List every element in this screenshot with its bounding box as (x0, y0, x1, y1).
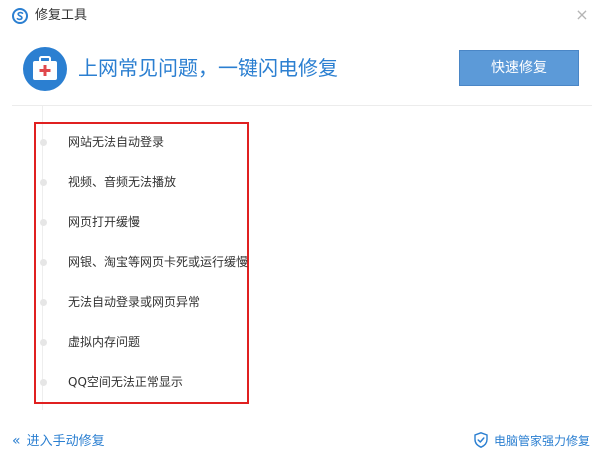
issue-label: 视频、音频无法播放 (68, 175, 177, 189)
browser-logo-icon (12, 8, 28, 24)
strong-fix-link[interactable]: 电脑管家强力修复 (474, 432, 590, 450)
quick-fix-button[interactable]: 快速修复 (459, 50, 579, 86)
first-aid-kit-icon (23, 47, 67, 91)
issue-list: 网站无法自动登录 视频、音频无法播放 网页打开缓慢 网银、淘宝等网页卡死或运行缓… (34, 122, 249, 404)
manual-fix-label: 进入手动修复 (26, 434, 105, 449)
bullet-dot (40, 339, 47, 346)
divider (12, 105, 592, 106)
title-bar: 修复工具 × (0, 0, 604, 32)
bullet-dot (40, 379, 47, 386)
bullet-dot (40, 219, 47, 226)
issue-label: 网银、淘宝等网页卡死或运行缓慢 (68, 255, 249, 269)
shield-check-icon (474, 432, 488, 448)
bullet-dot (40, 259, 47, 266)
headline: 上网常见问题，一键闪电修复 (78, 56, 338, 80)
double-chevron-left-icon: « (12, 433, 21, 449)
window-title: 修复工具 (35, 8, 88, 23)
issue-label: 虚拟内存问题 (68, 335, 141, 349)
bullet-dot (40, 179, 47, 186)
issue-label: QQ空间无法正常显示 (68, 375, 183, 389)
issue-item[interactable]: 网银、淘宝等网页卡死或运行缓慢 (36, 252, 266, 272)
issue-item[interactable]: 虚拟内存问题 (36, 332, 266, 352)
strong-fix-label: 电脑管家强力修复 (493, 434, 590, 448)
bullet-dot (40, 139, 47, 146)
issue-item[interactable]: 无法自动登录或网页异常 (36, 292, 266, 312)
issue-label: 网页打开缓慢 (68, 215, 141, 229)
issue-item[interactable]: 网页打开缓慢 (36, 212, 266, 232)
issue-label: 网站无法自动登录 (68, 135, 165, 149)
issue-item[interactable]: QQ空间无法正常显示 (36, 372, 266, 392)
issue-item[interactable]: 视频、音频无法播放 (36, 172, 266, 192)
close-icon[interactable]: × (574, 7, 590, 23)
bullet-dot (40, 299, 47, 306)
issue-label: 无法自动登录或网页异常 (68, 295, 201, 309)
manual-fix-link[interactable]: « 进入手动修复 (12, 432, 105, 450)
issue-item[interactable]: 网站无法自动登录 (36, 132, 266, 152)
header: 上网常见问题，一键闪电修复 快速修复 (0, 32, 604, 104)
